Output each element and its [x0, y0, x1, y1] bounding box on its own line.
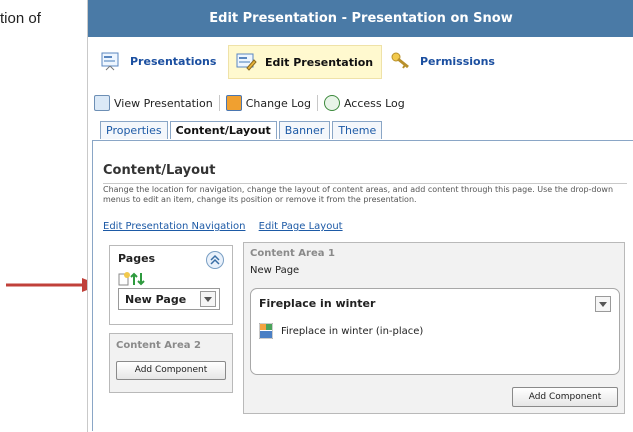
layout-links: Edit Presentation Navigation Edit Page L…	[103, 221, 353, 232]
add-component-button[interactable]: Add Component	[512, 387, 618, 407]
main-nav: Presentations Edit Presentation Permissi…	[88, 37, 633, 85]
section-divider	[103, 183, 627, 184]
view-presentation-label: View Presentation	[114, 96, 213, 110]
content-area-2-title: Content Area 2	[116, 340, 201, 351]
pages-title: Pages	[118, 252, 156, 265]
component-item[interactable]: Fireplace in winter (in-place)	[259, 323, 423, 339]
page-select[interactable]: New Page	[118, 288, 220, 310]
key-icon	[390, 51, 412, 71]
edit-page-layout-link[interactable]: Edit Page Layout	[259, 221, 343, 232]
change-log-button[interactable]: Change Log	[220, 95, 317, 111]
content-area-page-name: New Page	[250, 265, 300, 276]
change-log-label: Change Log	[245, 96, 311, 110]
window-title: Edit Presentation - Presentation on Snow	[88, 0, 633, 37]
content-area-1: Content Area 1 New Page Fireplace in win…	[243, 242, 625, 414]
nav-permissions[interactable]: Permissions	[384, 45, 495, 77]
document-text-fragment: tion of	[0, 10, 41, 27]
component-item-label: Fireplace in winter (in-place)	[281, 325, 424, 337]
access-log-label: Access Log	[343, 96, 405, 110]
action-toolbar: View Presentation Change Log Access Log	[88, 92, 633, 114]
add-component-button[interactable]: Add Component	[116, 361, 226, 380]
dropdown-arrow-icon[interactable]	[200, 291, 216, 307]
component-title: Fireplace in winter	[259, 297, 376, 310]
tab-banner[interactable]: Banner	[278, 121, 331, 139]
tab-properties[interactable]: Properties	[100, 121, 168, 139]
annotation-arrow	[6, 278, 100, 292]
nav-presentations[interactable]: Presentations	[94, 45, 216, 77]
access-log-button[interactable]: Access Log	[318, 95, 411, 111]
component-box: Fireplace in winter Fireplace in winter …	[250, 288, 620, 375]
page-tools	[118, 271, 148, 286]
new-page-icon[interactable]	[118, 272, 130, 286]
component-menu-icon[interactable]	[595, 296, 611, 312]
tab-theme[interactable]: Theme	[332, 121, 383, 139]
nav-edit-presentation[interactable]: Edit Presentation	[228, 45, 383, 79]
component-type-icon	[259, 323, 273, 339]
edit-navigation-link[interactable]: Edit Presentation Navigation	[103, 221, 245, 232]
section-description: Change the location for navigation, chan…	[103, 185, 614, 204]
double-chevron-up-icon	[210, 254, 220, 265]
tab-bar: Properties Content/Layout Banner Theme	[100, 121, 383, 139]
section-title: Content/Layout	[103, 163, 216, 178]
nav-presentations-label: Presentations	[130, 54, 217, 68]
nav-permissions-label: Permissions	[420, 54, 495, 68]
app-window: Edit Presentation - Presentation on Snow…	[87, 0, 633, 432]
clock-icon	[323, 95, 340, 111]
tab-content-layout[interactable]: Content/Layout	[169, 121, 277, 139]
collapse-button[interactable]	[206, 251, 224, 269]
view-presentation-button[interactable]: View Presentation	[88, 95, 219, 111]
edit-presentation-icon	[235, 52, 257, 72]
reorder-icon[interactable]	[130, 272, 145, 286]
content-area-1-title: Content Area 1	[250, 248, 335, 259]
change-log-icon	[225, 95, 242, 111]
content-area-2: Content Area 2 Add Component	[109, 333, 233, 393]
selected-page: New Page	[125, 292, 187, 306]
magnifier-icon	[94, 95, 110, 111]
presentations-icon	[100, 51, 122, 71]
content-layout-panel: Content/Layout Change the location for n…	[92, 140, 633, 431]
nav-edit-presentation-label: Edit Presentation	[265, 55, 374, 69]
pages-panel: Pages New Page	[109, 245, 233, 325]
